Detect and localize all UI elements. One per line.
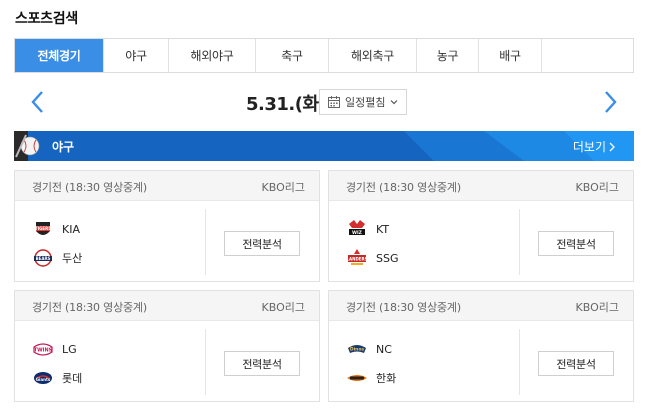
team-name: 롯데 — [62, 372, 83, 385]
game-card-header: 경기전 (18:30 영상중계) KBO리그 — [15, 171, 319, 201]
svg-text:Dinos: Dinos — [350, 347, 365, 353]
home-team[interactable]: WIZ KT — [346, 218, 389, 240]
kia-tigers-logo-icon: TIGERS — [35, 222, 51, 235]
lg-twins-logo-icon: TWINS — [33, 343, 53, 356]
doosan-bears-logo-icon: BEARS — [34, 249, 52, 267]
section-title: 스포츠검색 — [15, 11, 78, 27]
kt-wiz-logo-icon: WIZ — [349, 220, 365, 236]
game-card-header: 경기전 (18:30 영상중계) KBO리그 — [329, 171, 633, 201]
date-navigation: 5.31.(화) 일정펼침 — [14, 80, 634, 124]
team-name: SSG — [376, 251, 399, 265]
sport-tabs: 전체경기 야구 해외야구 축구 해외축구 농구 배구 — [14, 38, 634, 73]
game-card-header: 경기전 (18:30 영상중계) KBO리그 — [15, 291, 319, 321]
away-team[interactable]: BEARS 두산 — [32, 247, 82, 269]
game-card: 경기전 (18:30 영상중계) KBO리그 TWINS LG Giants 롯… — [14, 290, 320, 402]
svg-text:TIGERS: TIGERS — [35, 226, 51, 231]
home-team[interactable]: TWINS LG — [32, 338, 77, 360]
baseball-player-icon — [14, 131, 40, 161]
analysis-button[interactable]: 전력분석 — [224, 351, 300, 376]
team-name: 두산 — [62, 252, 83, 265]
nc-dinos-logo-icon: Dinos — [348, 345, 366, 353]
away-team[interactable]: 한화 — [346, 367, 396, 389]
league-name: KBO리그 — [575, 301, 619, 314]
tab-volleyball[interactable]: 배구 — [479, 39, 542, 72]
svg-text:BEARS: BEARS — [36, 256, 51, 261]
analysis-button[interactable]: 전력분석 — [538, 231, 614, 256]
game-status: 경기전 (18:30 영상중계) — [32, 181, 147, 194]
home-team[interactable]: Dinos NC — [346, 338, 392, 360]
chevron-right-icon[interactable] — [598, 88, 622, 116]
league-name: KBO리그 — [261, 181, 305, 194]
game-status: 경기전 (18:30 영상중계) — [346, 301, 461, 314]
tab-baseball[interactable]: 야구 — [104, 39, 169, 72]
home-team[interactable]: TIGERS KIA — [32, 218, 80, 240]
away-team[interactable]: Giants 롯데 — [32, 367, 82, 389]
chevron-down-icon — [391, 100, 398, 105]
hanwha-eagles-logo-icon — [347, 375, 367, 381]
league-name: KBO리그 — [575, 181, 619, 194]
game-card: 경기전 (18:30 영상중계) KBO리그 TIGERS KIA BEARS … — [14, 170, 320, 282]
calendar-icon — [328, 96, 340, 108]
tab-empty — [542, 39, 633, 72]
game-card-header: 경기전 (18:30 영상중계) KBO리그 — [329, 291, 633, 321]
svg-text:WIZ: WIZ — [352, 230, 363, 236]
game-status: 경기전 (18:30 영상중계) — [346, 181, 461, 194]
more-link[interactable]: 더보기 — [573, 138, 616, 155]
card-divider — [519, 209, 520, 275]
tab-soccer[interactable]: 축구 — [256, 39, 329, 72]
team-name: NC — [376, 342, 392, 356]
svg-text:Giants: Giants — [36, 377, 51, 382]
game-card: 경기전 (18:30 영상중계) KBO리그 WIZ KT LANDERS SS… — [328, 170, 634, 282]
lotte-giants-logo-icon: Giants — [34, 372, 52, 384]
team-name: 한화 — [376, 372, 397, 385]
team-name: LG — [62, 342, 77, 356]
card-divider — [519, 329, 520, 395]
baseball-banner: 야구 더보기 — [14, 131, 634, 161]
current-date: 5.31.(화) — [246, 94, 327, 115]
tab-overseas-soccer[interactable]: 해외축구 — [329, 39, 417, 72]
game-status: 경기전 (18:30 영상중계) — [32, 301, 147, 314]
league-name: KBO리그 — [261, 301, 305, 314]
card-divider — [205, 209, 206, 275]
team-name: KIA — [62, 222, 80, 236]
svg-text:TWINS: TWINS — [34, 348, 53, 354]
svg-text:LANDERS: LANDERS — [346, 257, 367, 262]
schedule-expand-button[interactable]: 일정펼침 — [319, 89, 408, 115]
tab-all-games[interactable]: 전체경기 — [15, 39, 104, 72]
more-label: 더보기 — [572, 140, 606, 154]
chevron-right-small-icon — [609, 142, 615, 151]
analysis-button[interactable]: 전력분석 — [538, 351, 614, 376]
sport-name: 야구 — [52, 140, 75, 154]
tab-overseas-baseball[interactable]: 해외야구 — [169, 39, 256, 72]
away-team[interactable]: LANDERS SSG — [346, 247, 399, 269]
ssg-landers-logo-icon: LANDERS — [346, 249, 368, 265]
chevron-left-icon[interactable] — [26, 88, 50, 116]
analysis-button[interactable]: 전력분석 — [224, 231, 300, 256]
team-name: KT — [376, 222, 390, 236]
card-divider — [205, 329, 206, 395]
schedule-label: 일정펼침 — [345, 96, 386, 109]
game-card: 경기전 (18:30 영상중계) KBO리그 Dinos NC 한화 전력분석 — [328, 290, 634, 402]
tab-basketball[interactable]: 농구 — [417, 39, 479, 72]
